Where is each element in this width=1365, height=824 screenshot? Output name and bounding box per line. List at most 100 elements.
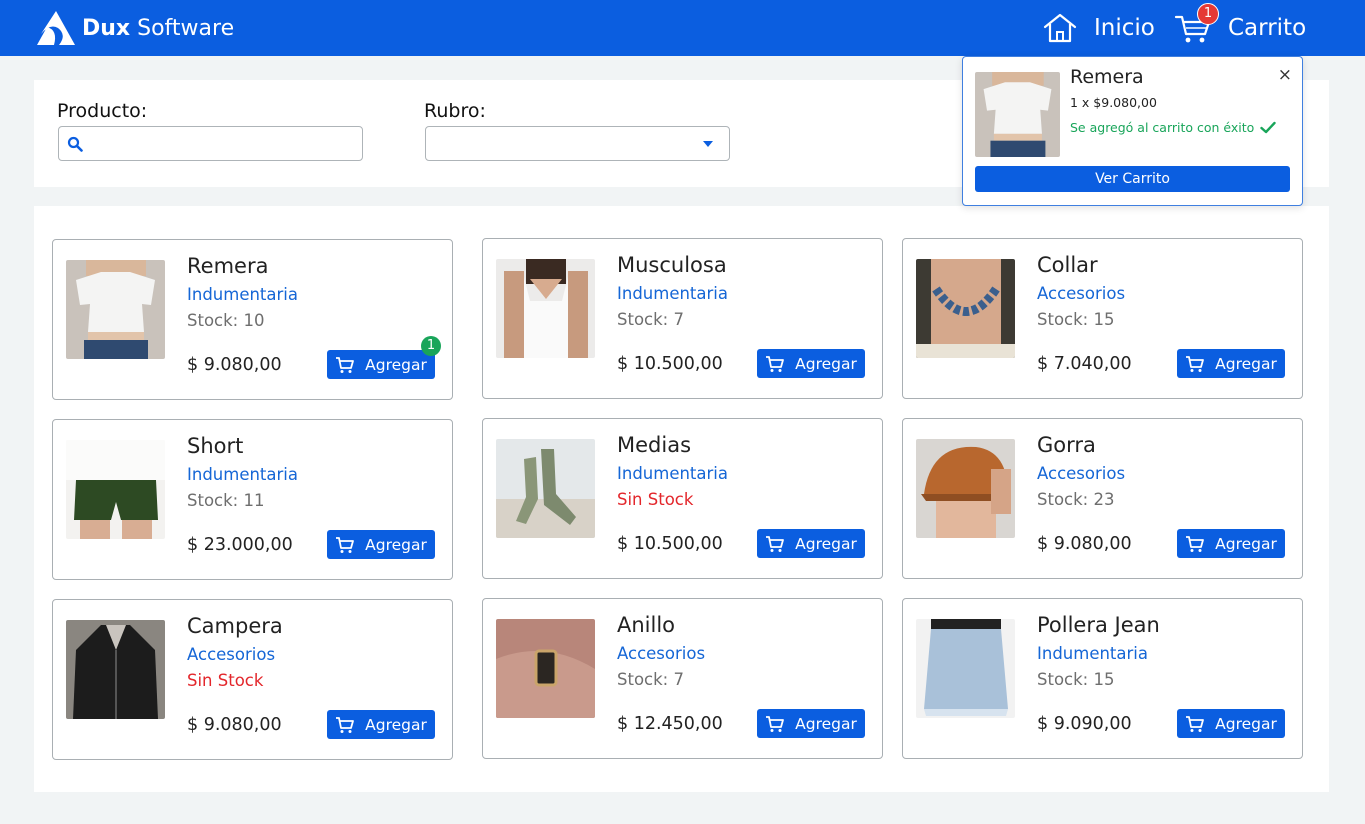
caret-down-icon bbox=[703, 141, 713, 147]
cart-icon bbox=[766, 535, 785, 552]
product-card: Musculosa Indumentaria Stock: 7 $ 10.500… bbox=[482, 238, 883, 399]
product-search-input[interactable] bbox=[89, 131, 349, 156]
product-category: Accesorios bbox=[1037, 464, 1126, 483]
product-name: Anillo bbox=[617, 613, 676, 637]
add-button-label: Agregar bbox=[1215, 714, 1277, 733]
product-price: $ 9.080,00 bbox=[187, 355, 282, 375]
add-to-cart-button[interactable]: Agregar bbox=[1177, 709, 1285, 738]
product-price: $ 23.000,00 bbox=[187, 535, 293, 555]
product-image bbox=[916, 259, 1015, 358]
product-stock: Stock: 15 bbox=[1037, 670, 1115, 689]
product-card: Short Indumentaria Stock: 11 $ 23.000,00… bbox=[52, 419, 453, 580]
product-price: $ 12.450,00 bbox=[617, 714, 723, 734]
product-image bbox=[916, 619, 1015, 718]
nav-cart[interactable]: Carrito bbox=[1174, 10, 1306, 46]
add-button-label: Agregar bbox=[365, 715, 427, 734]
product-card: Collar Accesorios Stock: 15 $ 7.040,00 A… bbox=[902, 238, 1303, 399]
product-name: Campera bbox=[187, 614, 283, 638]
add-to-cart-button[interactable]: Agregar bbox=[757, 529, 865, 558]
cart-added-popup: Remera 1 x $9.080,00 Se agregó al carrit… bbox=[962, 56, 1303, 206]
product-card: Campera Accesorios Sin Stock $ 9.080,00 … bbox=[52, 599, 453, 760]
popup-product-image bbox=[975, 72, 1060, 157]
product-stock: Stock: 7 bbox=[617, 310, 684, 329]
product-image bbox=[916, 439, 1015, 538]
add-button-label: Agregar bbox=[365, 355, 427, 374]
cart-count-badge: 1 bbox=[1197, 3, 1219, 25]
category-filter-label: Rubro: bbox=[424, 100, 486, 122]
popup-product-name: Remera bbox=[1070, 66, 1144, 88]
product-image bbox=[66, 260, 165, 359]
cart-icon bbox=[336, 356, 355, 373]
cart-icon bbox=[336, 536, 355, 553]
add-to-cart-button[interactable]: Agregar bbox=[1177, 529, 1285, 558]
product-stock: Sin Stock bbox=[617, 490, 694, 509]
product-name: Pollera Jean bbox=[1037, 613, 1160, 637]
dux-logo-icon bbox=[37, 11, 75, 45]
brand-logo[interactable]: Dux Software bbox=[36, 9, 234, 47]
add-button-label: Agregar bbox=[795, 714, 857, 733]
product-name: Musculosa bbox=[617, 253, 727, 277]
product-stock: Stock: 23 bbox=[1037, 490, 1115, 509]
product-image bbox=[496, 439, 595, 538]
add-button-label: Agregar bbox=[795, 354, 857, 373]
product-stock: Stock: 7 bbox=[617, 670, 684, 689]
add-to-cart-button[interactable]: Agregar bbox=[757, 709, 865, 738]
product-name: Short bbox=[187, 434, 244, 458]
nav-cart-label: Carrito bbox=[1228, 15, 1307, 41]
product-price: $ 7.040,00 bbox=[1037, 354, 1132, 374]
product-category: Indumentaria bbox=[617, 284, 728, 303]
category-select[interactable] bbox=[425, 126, 730, 161]
cart-icon bbox=[766, 715, 785, 732]
add-to-cart-button[interactable]: Agregar bbox=[757, 349, 865, 378]
cart-icon bbox=[766, 355, 785, 372]
cart-icon bbox=[1186, 535, 1205, 552]
home-icon bbox=[1043, 13, 1077, 43]
product-price: $ 9.090,00 bbox=[1037, 714, 1132, 734]
product-image bbox=[496, 259, 595, 358]
product-card: Gorra Accesorios Stock: 23 $ 9.080,00 Ag… bbox=[902, 418, 1303, 579]
product-stock: Stock: 15 bbox=[1037, 310, 1115, 329]
brand-name: Dux Software bbox=[82, 15, 235, 41]
checkmark-icon bbox=[1260, 121, 1277, 134]
popup-success-message: Se agregó al carrito con éxito bbox=[1070, 120, 1277, 135]
product-card: Anillo Accesorios Stock: 7 $ 12.450,00 A… bbox=[482, 598, 883, 759]
product-image bbox=[496, 619, 595, 718]
product-stock: Stock: 11 bbox=[187, 491, 265, 510]
add-to-cart-button[interactable]: Agregar bbox=[327, 350, 435, 379]
product-category: Accesorios bbox=[617, 644, 706, 663]
product-stock: Stock: 10 bbox=[187, 311, 265, 330]
add-to-cart-button[interactable]: Agregar bbox=[327, 530, 435, 559]
product-name: Gorra bbox=[1037, 433, 1096, 457]
product-card: Medias Indumentaria Sin Stock $ 10.500,0… bbox=[482, 418, 883, 579]
add-button-label: Agregar bbox=[795, 534, 857, 553]
product-stock: Sin Stock bbox=[187, 671, 264, 690]
product-image bbox=[66, 440, 165, 539]
add-button-label: Agregar bbox=[1215, 354, 1277, 373]
product-filter-label: Producto: bbox=[57, 100, 148, 122]
popup-success-text: Se agregó al carrito con éxito bbox=[1070, 120, 1255, 135]
product-card: Remera Indumentaria Stock: 10 $ 9.080,00… bbox=[52, 239, 453, 400]
product-image bbox=[66, 620, 165, 719]
product-card: Pollera Jean Indumentaria Stock: 15 $ 9.… bbox=[902, 598, 1303, 759]
product-search-field[interactable] bbox=[58, 126, 363, 161]
product-price: $ 10.500,00 bbox=[617, 534, 723, 554]
product-name: Medias bbox=[617, 433, 692, 457]
top-navbar: Dux Software Inicio Carrito 1 bbox=[0, 0, 1365, 56]
product-price: $ 9.080,00 bbox=[1037, 534, 1132, 554]
product-price: $ 10.500,00 bbox=[617, 354, 723, 374]
close-icon[interactable]: × bbox=[1278, 65, 1292, 85]
product-category: Indumentaria bbox=[1037, 644, 1148, 663]
view-cart-button[interactable]: Ver Carrito bbox=[975, 166, 1290, 192]
add-to-cart-button[interactable]: Agregar bbox=[1177, 349, 1285, 378]
popup-quantity-price: 1 x $9.080,00 bbox=[1070, 95, 1157, 110]
add-to-cart-button[interactable]: Agregar bbox=[327, 710, 435, 739]
product-price: $ 9.080,00 bbox=[187, 715, 282, 735]
product-category: Indumentaria bbox=[187, 465, 298, 484]
add-button-label: Agregar bbox=[365, 535, 427, 554]
product-name: Remera bbox=[187, 254, 269, 278]
cart-icon bbox=[1186, 355, 1205, 372]
add-button-label: Agregar bbox=[1215, 534, 1277, 553]
product-category: Accesorios bbox=[1037, 284, 1126, 303]
nav-home[interactable]: Inicio bbox=[1042, 10, 1155, 46]
cart-icon bbox=[336, 716, 355, 733]
